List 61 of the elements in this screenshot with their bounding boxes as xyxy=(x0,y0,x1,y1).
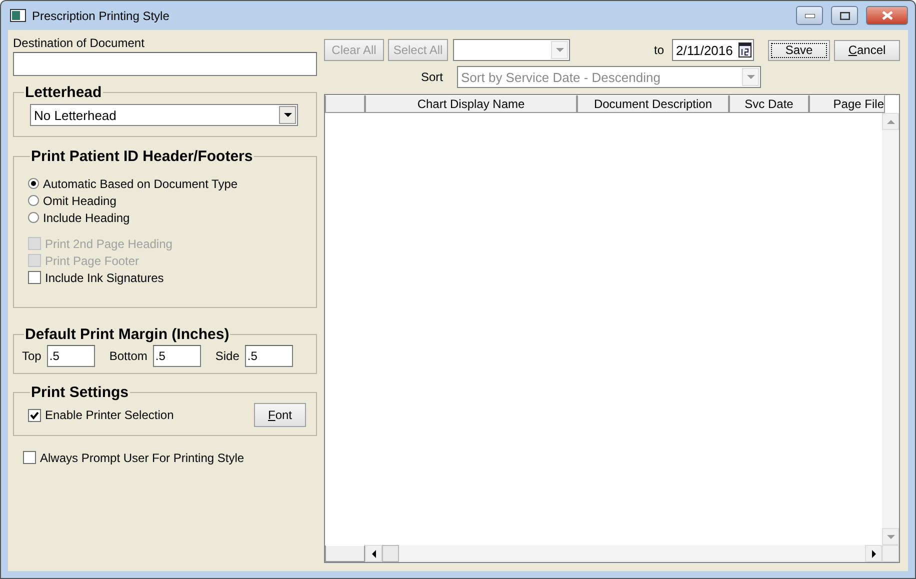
minimize-icon xyxy=(804,14,814,18)
right-arrow-icon xyxy=(872,550,876,558)
font-button[interactable]: Font xyxy=(254,403,306,427)
app-icon xyxy=(10,9,26,22)
radio-label: Automatic Based on Document Type xyxy=(43,176,238,190)
close-button[interactable] xyxy=(866,6,908,25)
scrollbar-corner xyxy=(882,545,899,562)
margin-field[interactable]: .5 xyxy=(47,345,96,367)
checkbox[interactable] xyxy=(28,271,41,284)
radio-button[interactable] xyxy=(28,178,39,189)
dropdown-arrow-icon xyxy=(284,113,292,117)
window-title: Prescription Printing Style xyxy=(32,8,170,22)
column-header[interactable]: Document Description xyxy=(577,95,729,113)
radio-label: Include Heading xyxy=(43,210,130,224)
checkbox[interactable] xyxy=(23,451,36,464)
maximize-button[interactable] xyxy=(831,6,858,25)
maximize-icon xyxy=(840,12,850,20)
scrollbar-thumb[interactable] xyxy=(382,545,399,562)
column-header[interactable]: Page File xyxy=(809,95,885,113)
radio-label: Omit Heading xyxy=(43,194,116,208)
column-header[interactable]: Chart Display Name xyxy=(365,95,577,113)
sort-dropdown[interactable]: Sort by Service Date - Descending xyxy=(457,66,762,88)
left-arrow-icon xyxy=(372,550,376,558)
radio-button[interactable] xyxy=(28,195,39,206)
column-header[interactable] xyxy=(325,95,365,113)
checkbox-label: Print 2nd Page Heading xyxy=(45,236,172,250)
destination-field[interactable] xyxy=(13,52,317,76)
cancel-button[interactable]: Cancel xyxy=(834,40,900,60)
up-arrow-icon xyxy=(886,120,894,124)
margin-field[interactable]: .5 xyxy=(153,345,202,367)
group-title: Default Print Margin (Inches) xyxy=(24,326,230,343)
checkbox-label: Always Prompt User For Printing Style xyxy=(40,450,244,464)
minimize-button[interactable] xyxy=(796,6,823,25)
sort-label: Sort xyxy=(421,70,444,84)
radio-button[interactable] xyxy=(28,212,39,223)
letterhead-dropdown[interactable]: No Letterhead xyxy=(30,104,298,126)
vertical-scrollbar[interactable] xyxy=(882,113,899,545)
destination-label: Destination of Document xyxy=(13,36,146,50)
to-label: to xyxy=(654,43,664,57)
checkbox-label: Enable Printer Selection xyxy=(45,408,174,422)
checkbox[interactable] xyxy=(28,408,41,422)
margin-label: Side xyxy=(215,349,240,363)
calendar-icon xyxy=(738,42,752,58)
group-title: Print Patient ID Header/Footers xyxy=(30,148,254,165)
save-button[interactable]: Save xyxy=(768,40,830,60)
margin-label: Bottom xyxy=(109,349,148,363)
dropdown-arrow-icon xyxy=(556,48,564,52)
group-title: Letterhead xyxy=(24,84,103,101)
dropdown-arrow-icon xyxy=(746,75,755,79)
checkbox-label: Include Ink Signatures xyxy=(45,270,164,284)
checkbox-label: Print Page Footer xyxy=(45,254,140,268)
checkmark-icon xyxy=(30,410,39,420)
margin-label: Top xyxy=(22,349,42,363)
column-header[interactable]: Svc Date xyxy=(729,95,809,113)
dropdown-arrow-icon xyxy=(886,534,894,538)
group-title: Print Settings xyxy=(30,384,130,401)
margin-field[interactable]: .5 xyxy=(245,345,294,367)
horizontal-scrollbar[interactable] xyxy=(365,545,882,562)
close-icon xyxy=(882,11,892,20)
filter-dropdown[interactable] xyxy=(453,39,570,61)
date-field[interactable]: 2/11/2016 xyxy=(672,39,754,61)
